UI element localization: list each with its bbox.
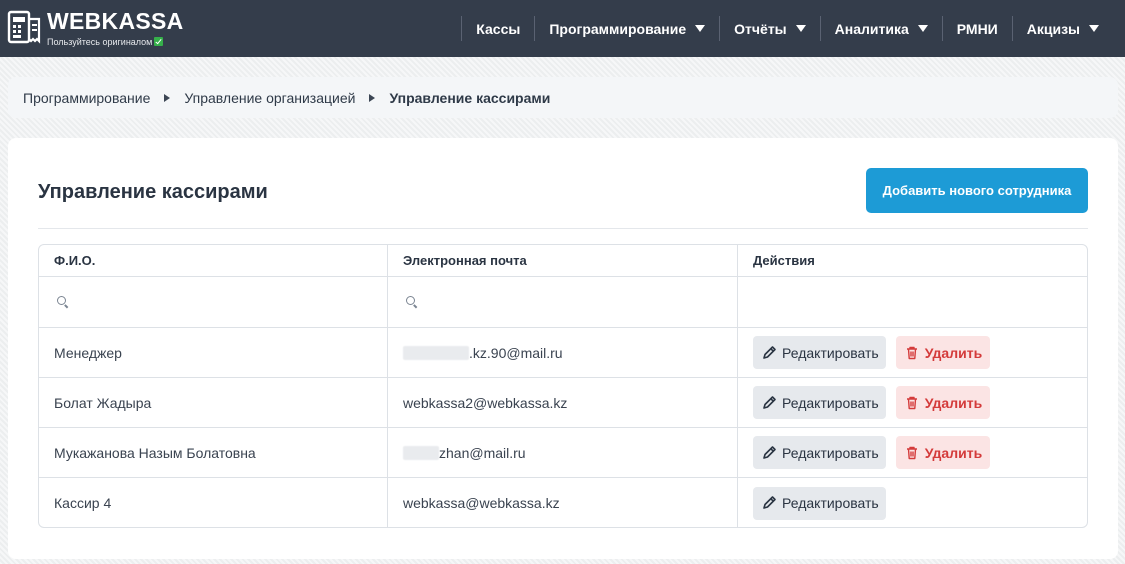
pencil-icon <box>763 445 776 459</box>
caret-right-icon <box>369 93 376 102</box>
edit-button-label: Редактировать <box>782 394 879 411</box>
nav-label: Программирование <box>549 20 687 37</box>
nav-item-analytics[interactable]: Аналитика <box>819 16 942 41</box>
page-title: Управление кассирами <box>38 181 268 203</box>
nav-label: Акцизы <box>1026 20 1080 37</box>
cell-name: Менеджер <box>39 328 388 377</box>
nav-item-kassy[interactable]: Кассы <box>461 16 534 41</box>
brand-name: WEBKASSA <box>47 8 184 34</box>
filter-row <box>39 277 1087 328</box>
cell-name: Кассир 4 <box>39 478 388 527</box>
cell-actions: Редактировать Удалить <box>738 428 1087 477</box>
brand-logo[interactable]: WEBKASSA Пользуйтесь оригиналом <box>7 7 207 49</box>
edit-button-label: Редактировать <box>782 495 879 511</box>
breadcrumb-programming[interactable]: Программирование <box>23 90 150 106</box>
table-row: Менеджер .kz.90@mail.ru Редактировать Уд… <box>39 328 1087 378</box>
actions-filter-empty <box>738 277 1087 327</box>
delete-button-label: Удалить <box>924 444 983 461</box>
email-text: .kz.90@mail.ru <box>469 344 563 361</box>
register-doc-icon <box>7 10 41 44</box>
caret-down-icon <box>695 25 706 32</box>
table-row: Болат Жадыра webkassa2@webkassa.kz Редак… <box>39 378 1087 428</box>
cell-actions: Редактировать Удалить <box>738 328 1087 377</box>
check-icon <box>154 37 164 46</box>
divider <box>38 228 1088 229</box>
trash-icon <box>906 396 917 409</box>
redacted-text <box>403 345 469 360</box>
caret-down-icon <box>795 25 806 32</box>
email-filter-input[interactable] <box>388 277 738 327</box>
cell-email: .kz.90@mail.ru <box>388 328 738 377</box>
column-header-actions: Действия <box>753 253 815 268</box>
name-filter-input[interactable] <box>39 277 388 327</box>
pencil-icon <box>763 395 776 409</box>
nav-label: РМНИ <box>956 20 998 37</box>
nav-label: Отчёты <box>734 20 787 37</box>
cell-name: Болат Жадыра <box>39 378 388 427</box>
breadcrumb-current: Управление кассирами <box>389 89 551 106</box>
brand-tagline: Пользуйтесь оригиналом <box>47 37 164 47</box>
edit-button[interactable]: Редактировать <box>753 486 886 520</box>
nav-item-programming[interactable]: Программирование <box>534 16 719 41</box>
breadcrumb: Программирование Управление организацией… <box>8 77 1118 118</box>
cell-email: webkassa2@webkassa.kz <box>388 378 738 427</box>
delete-button-label: Удалить <box>924 394 983 411</box>
search-icon <box>57 296 69 308</box>
trash-icon <box>906 446 917 459</box>
caret-down-icon <box>1089 25 1099 32</box>
search-icon <box>406 296 418 308</box>
email-text: zhan@mail.ru <box>439 444 526 461</box>
cashiers-table: Ф.И.О. Электронная почта Действия Менедж… <box>38 244 1088 528</box>
cell-email: zhan@mail.ru <box>388 428 738 477</box>
cell-actions: Редактировать Удалить <box>738 378 1087 427</box>
column-header-name[interactable]: Ф.И.О. <box>39 245 388 276</box>
trash-icon <box>906 346 917 359</box>
column-header-email[interactable]: Электронная почта <box>388 245 738 276</box>
cell-actions: Редактировать <box>738 478 1087 527</box>
nav-item-reports[interactable]: Отчёты <box>719 16 819 41</box>
delete-button[interactable]: Удалить <box>895 336 991 369</box>
nav-label: Кассы <box>476 20 521 37</box>
main-nav: Кассы Программирование Отчёты Аналитика … <box>461 0 1113 57</box>
edit-button[interactable]: Редактировать <box>753 386 886 419</box>
nav-item-rmni[interactable]: РМНИ <box>941 16 1012 41</box>
delete-button[interactable]: Удалить <box>895 386 991 419</box>
cell-email: webkassa@webkassa.kz <box>388 478 738 527</box>
table-row: Кассир 4 webkassa@webkassa.kz Редактиров… <box>39 478 1087 527</box>
caret-down-icon <box>917 25 928 32</box>
table-row: Мукажанова Назым Болатовна zhan@mail.ru … <box>39 428 1087 478</box>
edit-button[interactable]: Редактировать <box>753 436 886 469</box>
cashiers-card: Управление кассирами Добавить нового сот… <box>8 138 1118 559</box>
nav-item-excise[interactable]: Акцизы <box>1011 16 1113 41</box>
breadcrumb-organization[interactable]: Управление организацией <box>184 90 355 106</box>
edit-button-label: Редактировать <box>782 344 879 361</box>
pencil-icon <box>763 496 776 509</box>
brand-tagline-text: Пользуйтесь оригиналом <box>47 37 153 47</box>
edit-button-label: Редактировать <box>782 444 879 461</box>
add-employee-button[interactable]: Добавить нового сотрудника <box>866 168 1088 213</box>
caret-right-icon <box>164 93 171 102</box>
delete-button[interactable]: Удалить <box>895 436 991 469</box>
pencil-icon <box>763 345 776 359</box>
cell-name: Мукажанова Назым Болатовна <box>39 428 388 477</box>
table-header-row: Ф.И.О. Электронная почта Действия <box>39 245 1087 277</box>
nav-label: Аналитика <box>834 20 909 37</box>
redacted-text <box>403 445 439 460</box>
delete-button-label: Удалить <box>924 344 983 361</box>
top-navbar: WEBKASSA Пользуйтесь оригиналом Кассы Пр… <box>0 0 1125 57</box>
edit-button[interactable]: Редактировать <box>753 336 886 369</box>
